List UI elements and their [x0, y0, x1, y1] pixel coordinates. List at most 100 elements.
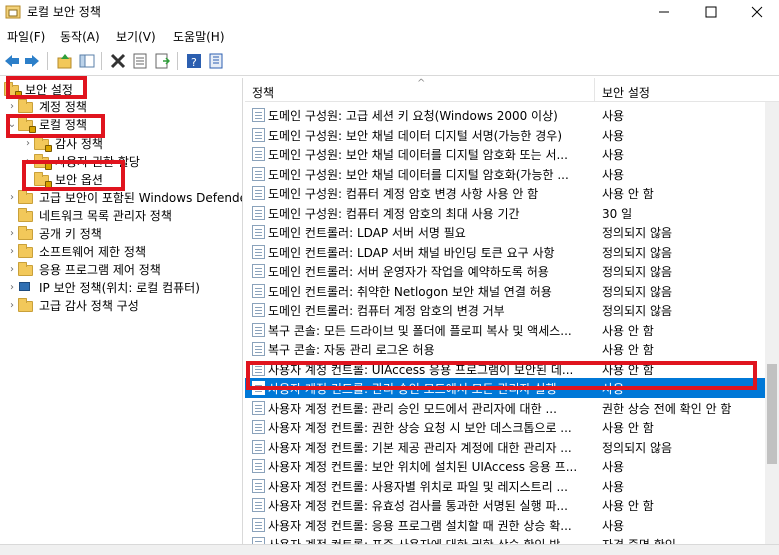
chevron-right-icon[interactable]: ›	[22, 156, 34, 167]
policy-row[interactable]: 사용자 계정 컨트롤: 사용자별 위치로 파일 및 레지스트리 ... 사용	[245, 476, 765, 496]
chevron-right-icon[interactable]: ›	[6, 192, 18, 203]
help-icon: ?	[187, 54, 201, 69]
policy-row[interactable]: 사용자 계정 컨트롤: 권한 상승 요청 시 보안 데스크톱으로 ... 사용 안…	[245, 417, 765, 437]
title-bar: 로컬 보안 정책	[0, 0, 779, 24]
policy-row[interactable]: 도메인 컨트롤러: 취약한 Netlogon 보안 채널 연결 허용 정의되지 않…	[245, 281, 765, 301]
policy-icon	[252, 498, 265, 512]
menu-view[interactable]: 보기(V)	[116, 28, 156, 45]
policy-row[interactable]: 사용자 계정 컨트롤: 관리 승인 모드에서 모든 관리자 실행 사용	[245, 378, 765, 398]
chevron-right-icon[interactable]: ›	[6, 228, 18, 239]
policy-name: 사용자 계정 컨트롤: 응용 프로그램 설치할 때 권한 상승 확...	[268, 518, 572, 533]
policy-row[interactable]: 사용자 계정 컨트롤: 기본 제공 관리자 계정에 대한 관리자 ... 정의되지…	[245, 437, 765, 457]
tree-item-public-key-policies[interactable]: › 공개 키 정책	[6, 224, 102, 243]
delete-button[interactable]	[108, 51, 128, 71]
lock-folder-icon	[18, 116, 36, 133]
policy-setting-value: 권한 상승 전에 확인 안 함	[602, 401, 732, 416]
policy-row[interactable]: 도메인 컨트롤러: 서버 운영자가 작업을 예약하도록 허용 정의되지 않음	[245, 261, 765, 281]
up-button[interactable]	[55, 51, 75, 71]
policy-setting-value: 자격 증명 확인	[602, 536, 752, 544]
policy-list: 정책 ^ 보안 설정 도메인 구성원: 고급 세션 키 요청(Windows 2…	[245, 78, 779, 544]
lock-folder-icon	[4, 81, 22, 98]
policy-row[interactable]: 도메인 컨트롤러: 컴퓨터 계정 암호의 변경 거부 정의되지 않음	[245, 300, 765, 320]
tree-item-ip-security[interactable]: › IP 보안 정책(위치: 로컬 컴퓨터)	[6, 278, 200, 297]
policy-row[interactable]: 복구 콘솔: 모든 드라이브 및 폴더에 플로피 복사 및 액세스... 사용 안…	[245, 320, 765, 340]
tree-item-audit-policy[interactable]: › 감사 정책	[22, 134, 103, 153]
chevron-down-icon[interactable]: ⌄	[6, 119, 18, 130]
policy-row[interactable]: 도메인 구성원: 보안 채널 데이터를 디지털 암호화(가능한 ... 사용	[245, 164, 765, 184]
tree-item-label: 보안 옵션	[55, 173, 103, 187]
menu-help[interactable]: 도움말(H)	[173, 28, 225, 45]
tree-item-account-policies[interactable]: › 계정 정책	[6, 97, 87, 116]
policy-setting-value: 사용	[602, 460, 625, 474]
policy-name: 도메인 구성원: 보안 채널 데이터 디지털 서명(가능한 경우)	[268, 128, 563, 143]
back-button[interactable]	[2, 51, 22, 71]
svg-text:?: ?	[191, 56, 197, 69]
show-hide-tree-button[interactable]	[77, 51, 97, 71]
tree-item-label: 응용 프로그램 제어 정책	[39, 263, 161, 277]
scrollbar-thumb[interactable]	[767, 364, 777, 464]
minimize-icon	[659, 11, 669, 13]
policy-row[interactable]: 복구 콘솔: 자동 관리 로그온 허용 사용 안 함	[245, 339, 765, 359]
column-divider[interactable]	[594, 78, 595, 102]
export-list-button[interactable]	[152, 51, 172, 71]
maximize-button[interactable]	[688, 0, 734, 24]
chevron-right-icon[interactable]: ›	[22, 138, 34, 149]
tree-item-user-rights-assignment[interactable]: › 사용자 권한 할당	[22, 152, 140, 171]
chevron-right-icon[interactable]: ›	[6, 264, 18, 275]
policy-row[interactable]: 도메인 구성원: 보안 채널 데이터를 디지털 암호화 또는 서... 사용	[245, 144, 765, 164]
chevron-right-icon[interactable]: ›	[6, 282, 18, 293]
policy-row[interactable]: 도메인 컨트롤러: LDAP 서버 서명 필요 정의되지 않음	[245, 222, 765, 242]
folder-icon	[18, 225, 34, 241]
chevron-right-icon[interactable]: ›	[6, 101, 18, 112]
policy-row[interactable]: 사용자 계정 컨트롤: 관리 승인 모드에서 관리자에 대한 ... 권한 상승 …	[245, 398, 765, 418]
column-header-policy[interactable]: 정책	[252, 84, 274, 101]
column-header-security-setting[interactable]: 보안 설정	[602, 84, 650, 101]
properties-button[interactable]	[130, 51, 150, 71]
policy-setting-value: 사용	[602, 382, 625, 396]
tree-item-security-options[interactable]: 보안 옵션	[34, 170, 103, 189]
policy-row[interactable]: 사용자 계정 컨트롤: 보안 위치에 설치된 UIAccess 응용 프... 사…	[245, 456, 765, 476]
policy-setting-value: 사용 안 함	[602, 323, 654, 338]
tree-item-label: IP 보안 정책(위치: 로컬 컴퓨터)	[39, 281, 200, 295]
policy-setting-value: 사용	[602, 128, 625, 143]
policy-row[interactable]: 도메인 구성원: 컴퓨터 계정 암호 변경 사항 사용 안 함 사용 안 함	[245, 183, 765, 203]
policy-row[interactable]: 도메인 구성원: 고급 세션 키 요청(Windows 2000 이상) 사용	[245, 105, 765, 125]
policy-row[interactable]: 사용자 계정 컨트롤: UIAccess 응용 프로그램이 보안된 데... 사용…	[245, 359, 765, 379]
policy-icon	[252, 283, 265, 298]
help-button[interactable]: ?	[184, 51, 204, 71]
computer-icon	[18, 281, 34, 295]
chevron-right-icon[interactable]: ›	[6, 246, 18, 257]
close-button[interactable]	[734, 0, 779, 24]
forward-button[interactable]	[22, 51, 42, 71]
policy-icon	[252, 108, 265, 122]
policy-setting-value: 사용	[602, 518, 625, 533]
policy-icon	[252, 517, 265, 532]
policy-row[interactable]: 사용자 계정 컨트롤: 유효성 검사를 통과한 서명된 실행 파... 사용 안 …	[245, 495, 765, 515]
policy-row[interactable]: 사용자 계정 컨트롤: 응용 프로그램 설치할 때 권한 상승 확... 사용	[245, 515, 765, 535]
tree-item-local-policies[interactable]: ⌄ 로컬 정책	[6, 115, 87, 134]
tree-item-application-control[interactable]: › 응용 프로그램 제어 정책	[6, 260, 161, 279]
minimize-button[interactable]	[641, 0, 687, 24]
policy-row[interactable]: 사용자 계정 컨트롤: 표준 사용자에 대한 권한 상승 확인 방... 자격 증…	[245, 534, 765, 544]
vertical-scrollbar[interactable]	[765, 102, 779, 544]
chevron-right-icon[interactable]: ›	[6, 300, 18, 311]
tree-item-windows-defender-firewall[interactable]: › 고급 보안이 포함된 Windows Defender	[6, 188, 243, 207]
tree-item-network-list-manager[interactable]: 네트워크 목록 관리자 정책	[18, 206, 172, 225]
policy-icon	[252, 400, 265, 415]
tree-item-software-restriction[interactable]: › 소프트웨어 제한 정책	[6, 242, 146, 261]
policy-row[interactable]: 도메인 구성원: 보안 채널 데이터 디지털 서명(가능한 경우) 사용	[245, 125, 765, 145]
policy-setting-value: 정의되지 않음	[602, 304, 673, 318]
forward-icon	[25, 55, 39, 67]
policy-setting-value: 사용 안 함	[602, 187, 654, 201]
policy-setting-value: 30 일	[602, 206, 633, 221]
tree-item-advanced-audit[interactable]: › 고급 감사 정책 구성	[6, 296, 139, 315]
help-topics-button[interactable]	[206, 51, 226, 71]
close-icon	[751, 6, 763, 18]
tree-item-label: 고급 보안이 포함된 Windows Defender	[39, 191, 243, 205]
menu-file[interactable]: 파일(F)	[7, 28, 45, 45]
policy-row[interactable]: 도메인 컨트롤러: LDAP 서버 채널 바인딩 토큰 요구 사항 정의되지 않음	[245, 242, 765, 262]
policy-name: 도메인 컨트롤러: 취약한 Netlogon 보안 채널 연결 허용	[268, 284, 552, 299]
menu-action[interactable]: 동작(A)	[60, 28, 100, 45]
sort-ascending-icon: ^	[417, 78, 426, 89]
policy-row[interactable]: 도메인 구성원: 컴퓨터 계정 암호의 최대 사용 기간 30 일	[245, 203, 765, 223]
